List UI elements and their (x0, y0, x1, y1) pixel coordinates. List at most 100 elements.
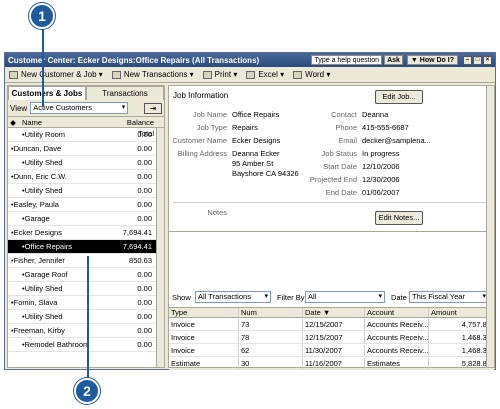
left-tabs: Customers & Jobs Transactions (8, 86, 164, 100)
view-row: View Active Customers ⇥ (8, 100, 164, 116)
how-do-i-button[interactable]: ▼ How Do I? (406, 55, 458, 65)
col-account-header[interactable]: Account (365, 308, 429, 317)
contact-label: Contact (331, 110, 357, 119)
callout-line-1 (42, 28, 44, 106)
phone-value: 415-555-6687 (362, 123, 409, 132)
customer-row[interactable]: •Garage 0.00 (8, 212, 156, 226)
customer-name: •Freeman, Kirby (11, 326, 65, 335)
new-customer-label: New Customer & Job ▾ (21, 70, 103, 79)
transaction-date: 11/16/2007 (303, 358, 365, 369)
window-title: Customer Center: Ecker Designs:Office Re… (8, 55, 260, 65)
printer-icon (202, 70, 212, 79)
print-label: Print ▾ (214, 70, 238, 79)
view-label: View (10, 103, 28, 113)
billing-label: Billing Address (177, 149, 227, 158)
view-select[interactable]: Active Customers (30, 102, 129, 114)
customer-row[interactable]: •Dunn, Eric C.W. 0.00 (8, 170, 156, 184)
job-status-value: In progress (362, 149, 400, 158)
customer-row[interactable]: •Duncan, Dave 0.00 (8, 142, 156, 156)
word-button[interactable]: Word ▾ (293, 70, 330, 79)
customer-name: •Garage Roof (22, 270, 68, 279)
transaction-amount: 4,757.81 (461, 320, 491, 329)
customer-name: •Easley, Paula (11, 200, 59, 209)
customer-name: •Utility Shed (22, 186, 63, 195)
show-select[interactable]: All Transactions (195, 291, 271, 303)
transaction-amount: 5,828.80 (461, 359, 491, 368)
transaction-account: Accounts Receiv... (367, 345, 429, 356)
customer-row[interactable]: •Utility Shed 0.00 (8, 156, 156, 170)
customer-row[interactable]: •Utility Shed 0.00 (8, 282, 156, 296)
transaction-row[interactable]: Invoice 73 12/15/2007 Accounts Receiv... 4,7… (169, 319, 494, 331)
sort-diamond-icon: ◆ (10, 118, 16, 127)
tab-customers-jobs[interactable]: Customers & Jobs (8, 86, 86, 100)
transaction-type: Invoice (169, 345, 239, 356)
transaction-row[interactable]: Invoice 78 12/15/2007 Accounts Receiv... 1,4… (169, 332, 494, 344)
restore-icon[interactable]: □ (473, 55, 482, 65)
customer-name: •Fomin, Slava (11, 298, 58, 307)
col-date-header[interactable]: Date ▼ (303, 308, 365, 317)
col-amount-header[interactable]: Amount (429, 308, 494, 317)
customer-row[interactable]: •Remodel Bathroom 0.00 (8, 338, 156, 352)
minimize-icon[interactable]: – (463, 55, 472, 65)
customer-row[interactable]: •Utility Shed 0.00 (8, 184, 156, 198)
customer-name: •Remodel Bathroom (22, 340, 90, 349)
customer-row[interactable]: •Easley, Paula 0.00 (8, 198, 156, 212)
customer-row[interactable]: •Fomin, Slava 0.00 (8, 296, 156, 310)
transaction-row[interactable]: Estimate 30 11/16/2007 Estimates 5,828.80 (169, 358, 494, 370)
expand-panel-icon[interactable]: ⇥ (144, 102, 162, 114)
contact-value: Deanna (362, 110, 389, 119)
customer-row[interactable]: •Freeman, Kirby 0.00 (8, 324, 156, 338)
edit-notes-button[interactable]: Edit Notes... (375, 211, 423, 225)
section-divider (169, 231, 494, 232)
left-scrollbar[interactable] (156, 128, 164, 367)
col-balance-header[interactable]: Balance Total (112, 117, 164, 138)
filter-by-label: Filter By (277, 292, 305, 302)
email-value[interactable]: decker@samplena... (362, 136, 431, 145)
customer-name: •Ecker Designs (11, 228, 62, 237)
col-num-header[interactable]: Num (239, 308, 303, 317)
excel-label: Excel ▾ (258, 70, 285, 79)
customer-row[interactable]: •Ecker Designs 7,694.41 (8, 226, 156, 240)
billing-line-1: Deanna Ecker (232, 149, 280, 158)
new-transactions-button[interactable]: New Transactions ▾ (111, 70, 194, 79)
title-bar: Customer Center: Ecker Designs:Office Re… (5, 53, 495, 67)
transaction-date: 12/15/2007 (303, 332, 365, 343)
transaction-type: Invoice (169, 332, 239, 343)
ask-button[interactable]: Ask (384, 55, 403, 65)
transaction-num: 73 (239, 319, 303, 330)
start-date-value: 12/10/2006 (362, 162, 400, 171)
customer-row[interactable]: •Utility Shed 0.00 (8, 310, 156, 324)
col-type-header[interactable]: Type (169, 308, 239, 317)
new-customer-job-button[interactable]: New Customer & Job ▾ (9, 70, 103, 79)
customer-balance: 7,694.41 (122, 228, 152, 237)
transactions-header: Type Num Date ▼ Account Amount (169, 307, 494, 318)
customer-name: •Fisher, Jennifer (11, 256, 65, 265)
customer-balance: 0.00 (137, 270, 152, 279)
job-detail-panel: Job Information Edit Job... Job Name Off… (168, 85, 495, 370)
close-icon[interactable]: × (483, 55, 492, 65)
print-button[interactable]: Print ▾ (202, 70, 238, 79)
edit-job-button[interactable]: Edit Job... (375, 90, 423, 104)
transaction-num: 30 (239, 358, 303, 369)
filter-by-select[interactable]: All (305, 291, 385, 303)
help-search-input[interactable]: Type a help question (311, 55, 383, 65)
excel-button[interactable]: Excel ▾ (246, 70, 284, 79)
transaction-account: Accounts Receiv... (367, 332, 429, 343)
customer-row[interactable]: •Garage Roof 0.00 (8, 268, 156, 282)
col-name-header[interactable]: Name (18, 117, 112, 127)
transaction-num: 78 (239, 332, 303, 343)
customer-row[interactable]: •Office Repairs 7,694.41 (8, 240, 156, 254)
customer-balance: 0.00 (137, 284, 152, 293)
customer-row[interactable]: •Utility Room 0.00 (8, 128, 156, 142)
email-label: Email (338, 136, 357, 145)
customer-name: •Office Repairs (22, 242, 73, 251)
tab-transactions[interactable]: Transactions (86, 86, 164, 100)
customer-row[interactable]: •Fisher, Jennifer 850.63 (8, 254, 156, 268)
transaction-row[interactable]: Invoice 62 11/30/2007 Accounts Receiv... 1,4… (169, 345, 494, 357)
new-transactions-icon (111, 70, 121, 79)
right-scrollbar[interactable] (486, 86, 494, 367)
customer-name: •Utility Shed (22, 158, 63, 167)
date-select[interactable]: This Fiscal Year (409, 291, 489, 303)
transaction-amount: 1,468.30 (461, 346, 491, 355)
start-date-label: Start Date (323, 162, 357, 171)
